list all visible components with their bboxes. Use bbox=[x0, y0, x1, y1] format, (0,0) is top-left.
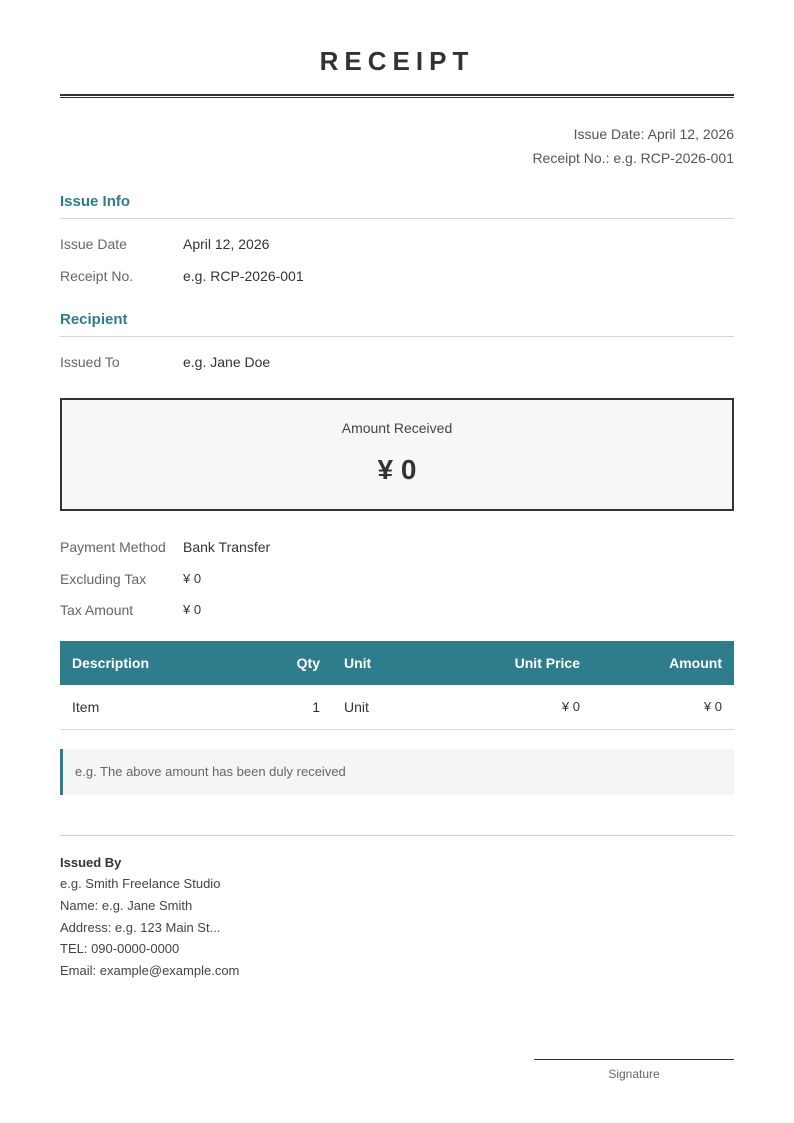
issue-date-value: April 12, 2026 bbox=[183, 236, 270, 252]
header-description: Description bbox=[72, 655, 150, 671]
line-items-table: Description Qty Unit Unit Price Amount I… bbox=[60, 641, 734, 730]
row-amount: ¥ 0 bbox=[703, 699, 722, 714]
issued-by-heading: Issued By bbox=[60, 855, 122, 870]
receipt-title: RECEIPT bbox=[319, 46, 475, 76]
tax-amount-value: ¥ 0 bbox=[183, 602, 202, 617]
excluding-tax-label: Excluding Tax bbox=[60, 571, 147, 587]
receipt-no-label: Receipt No. bbox=[60, 268, 134, 284]
meta-receipt-no: Receipt No.: e.g. RCP-2026-001 bbox=[532, 150, 734, 166]
payment-method-label: Payment Method bbox=[60, 539, 166, 555]
header-qty: Qty bbox=[296, 655, 320, 671]
payment-method-value: Bank Transfer bbox=[183, 539, 271, 555]
row-unit-price: ¥ 0 bbox=[561, 699, 580, 714]
signature-line bbox=[534, 1059, 734, 1060]
amount-received-label: Amount Received bbox=[341, 420, 453, 436]
excluding-tax-value: ¥ 0 bbox=[183, 571, 202, 586]
issuer-tel: TEL: 090-0000-0000 bbox=[60, 941, 180, 956]
footer-divider bbox=[60, 835, 734, 836]
table-header-row: Description Qty Unit Unit Price Amount bbox=[60, 641, 734, 685]
row-description: Item bbox=[72, 699, 100, 715]
section-recipient-divider bbox=[60, 336, 734, 337]
tax-amount-label: Tax Amount bbox=[60, 602, 134, 618]
amount-received-value: ¥ 0 bbox=[377, 454, 417, 485]
issued-to-value: e.g. Jane Doe bbox=[183, 354, 271, 370]
section-issue-info-heading: Issue Info bbox=[60, 193, 131, 210]
meta-issue-date: Issue Date: April 12, 2026 bbox=[573, 126, 734, 142]
row-unit: Unit bbox=[344, 699, 369, 715]
header-unit: Unit bbox=[344, 655, 372, 671]
row-qty: 1 bbox=[312, 699, 320, 715]
remarks-note: e.g. The above amount has been duly rece… bbox=[60, 749, 734, 795]
header-unit-price: Unit Price bbox=[514, 655, 580, 671]
issuer-address: Address: e.g. 123 Main St... bbox=[60, 920, 221, 935]
issued-to-label: Issued To bbox=[60, 354, 120, 370]
amount-received-box: Amount Received ¥ 0 bbox=[60, 398, 734, 511]
issue-date-label: Issue Date bbox=[60, 236, 127, 252]
issuer-email: Email: example@example.com bbox=[60, 963, 240, 978]
section-issue-info-divider bbox=[60, 218, 734, 219]
section-recipient-heading: Recipient bbox=[60, 311, 128, 328]
header-amount: Amount bbox=[669, 655, 722, 671]
issuer-business: e.g. Smith Freelance Studio bbox=[60, 876, 221, 891]
title-divider bbox=[60, 94, 734, 98]
issuer-name: Name: e.g. Jane Smith bbox=[60, 898, 193, 913]
signature-label: Signature bbox=[608, 1067, 660, 1081]
receipt-no-value: e.g. RCP-2026-001 bbox=[183, 268, 304, 284]
table-row: Item 1 Unit ¥ 0 ¥ 0 bbox=[60, 685, 734, 730]
